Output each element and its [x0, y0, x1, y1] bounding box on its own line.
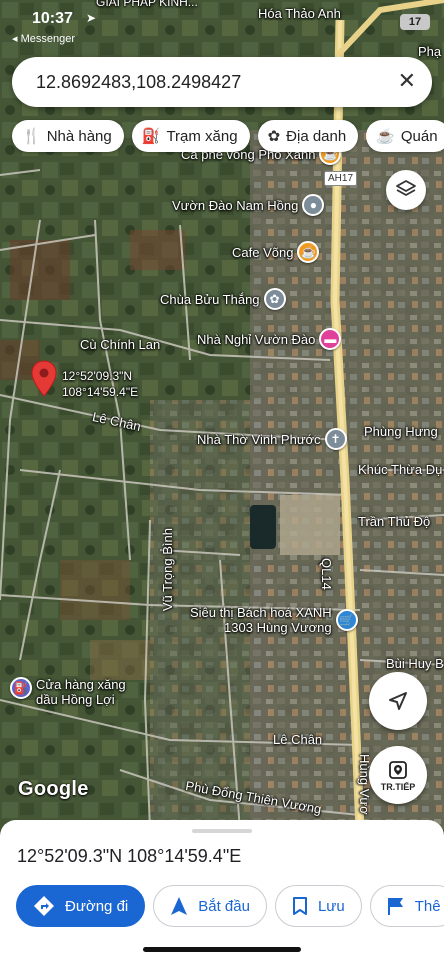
- poi-label: Chùa Bửu Thắng: [160, 291, 260, 307]
- poi-label: Nhà Nghỉ Vườn Đào: [197, 331, 316, 347]
- poi-cafe-vong[interactable]: Cafe Võng ☕: [232, 241, 320, 263]
- my-location-button[interactable]: [369, 672, 427, 730]
- cafe-icon: ☕: [297, 241, 320, 263]
- save-button[interactable]: Lưu: [274, 885, 362, 927]
- more-button[interactable]: Thê: [369, 885, 444, 927]
- landmark-icon: ✿: [267, 128, 281, 145]
- google-logo: Google: [18, 778, 89, 800]
- poi-label: dầu Hồng Lợi: [36, 692, 115, 707]
- pin-lat: 12°52'09.3"N: [62, 369, 133, 383]
- road-label-cu-chinh-lan: Cù Chính Lan: [80, 337, 161, 352]
- directions-button[interactable]: Đường đi: [16, 885, 146, 927]
- start-button[interactable]: Bắt đầu: [153, 885, 267, 927]
- chip-label: Nhà hàng: [46, 127, 112, 145]
- bottom-sheet[interactable]: 12°52'09.3"N 108°14'59.4"E Đường đi Bắt …: [0, 820, 444, 960]
- church-icon: ✝: [324, 428, 347, 450]
- poi-chua-buu-thang[interactable]: Chùa Bửu Thắng ✿: [160, 288, 286, 310]
- street-view-icon: [389, 760, 407, 779]
- category-chips: 🍴 Nhà hàng ⛽ Trạm xăng ✿ Địa danh ☕ Quán: [12, 120, 444, 154]
- chip-gas-stations[interactable]: ⛽ Trạm xăng: [131, 120, 250, 152]
- poi-sieu-thi-bach-hoa-xanh[interactable]: Siêu thị Bách hoá XANH 1303 Hùng Vương 🛒: [190, 605, 358, 635]
- home-indicator: [143, 947, 301, 952]
- gas-station-icon: ⛽: [10, 677, 32, 699]
- road-label-le-chan-2: Lê Chân: [273, 732, 323, 747]
- poi-label: Cafe Võng: [232, 244, 294, 260]
- chip-label: Địa danh: [286, 127, 347, 145]
- status-bar: 10:37 ➤ ◂ Messenger 17: [0, 0, 444, 45]
- road-label-tran-thu-do: Trần Thủ Độ: [358, 514, 431, 529]
- chip-cafes[interactable]: ☕ Quán: [366, 120, 444, 152]
- sheet-drag-handle[interactable]: [192, 829, 252, 833]
- next-button-label: TR.TIẾP: [380, 781, 416, 792]
- poi-address: 1303 Hùng Vương: [224, 620, 332, 635]
- poi-label: Vườn Đào Nam Hồng: [172, 197, 299, 213]
- navigation-arrow-icon: [389, 692, 407, 710]
- battery-icon: 17: [400, 14, 430, 30]
- pin-coordinates: 12°52'09.3"N 108°14'59.4"E: [62, 368, 138, 400]
- poi-cua-hang-xang-dau[interactable]: ⛽ Cửa hàng xăng dầu Hồng Lợi: [10, 677, 126, 707]
- poi-label: Nhà Thờ Vinh Phước: [197, 431, 321, 447]
- search-bar[interactable]: ✕: [12, 57, 432, 107]
- map-pin-icon: [31, 360, 57, 397]
- dropped-pin[interactable]: [31, 360, 57, 403]
- layers-button[interactable]: [386, 170, 426, 210]
- temple-icon: ✿: [263, 288, 286, 310]
- back-to-app-link[interactable]: ◂ Messenger: [12, 32, 75, 45]
- gas-station-icon: ⛽: [141, 128, 161, 145]
- directions-icon: [34, 896, 54, 916]
- place-label-pha[interactable]: Phạ: [418, 44, 441, 59]
- layers-icon: [396, 180, 416, 196]
- search-input[interactable]: [36, 71, 366, 93]
- bookmark-icon: [292, 897, 307, 915]
- place-coordinates-title: 12°52'09.3"N 108°14'59.4"E: [17, 846, 242, 866]
- road-label-ql14: QL14: [319, 558, 334, 590]
- hotel-icon: ▬: [319, 328, 342, 350]
- save-label: Lưu: [317, 897, 345, 915]
- navigation-arrow-icon: [171, 897, 188, 915]
- chip-label: Quán: [400, 127, 438, 145]
- directions-label: Đường đi: [65, 897, 129, 915]
- road-label-khuc-thua-du: Khúc Thừa Dụ: [358, 462, 443, 477]
- next-button[interactable]: TR.TIẾP: [369, 746, 427, 804]
- action-buttons: Đường đi Bắt đầu Lưu Thê: [16, 885, 444, 927]
- poi-text: Siêu thị Bách hoá XANH 1303 Hùng Vương: [190, 605, 332, 635]
- road-label-phung-hung: Phùng Hưng: [364, 424, 438, 439]
- place-marker-icon: ●: [302, 194, 325, 216]
- restaurant-icon: 🍴: [22, 128, 41, 145]
- poi-nha-tho-vinh-phuoc[interactable]: Nhà Thờ Vinh Phước ✝: [197, 428, 347, 450]
- chip-label: Trạm xăng: [166, 127, 238, 145]
- shopping-cart-icon: 🛒: [335, 609, 358, 631]
- poi-label: Siêu thị Bách hoá XANH: [190, 605, 332, 620]
- chip-landmarks[interactable]: ✿ Địa danh: [257, 120, 359, 152]
- poi-nha-nghi-vuon-dao[interactable]: Nhà Nghỉ Vườn Đào ▬: [197, 328, 342, 350]
- poi-label: Cửa hàng xăng: [36, 677, 126, 692]
- road-label-vu-trong-binh: Vũ Trọng Bình: [160, 528, 175, 612]
- close-icon[interactable]: ✕: [398, 70, 416, 92]
- location-arrow-icon: ➤: [86, 11, 97, 25]
- road-label-bui-huy: Bùi Huy B: [386, 656, 444, 671]
- more-label: Thê: [414, 897, 441, 915]
- flag-icon: [387, 898, 403, 915]
- road-shield-ah17: AH17: [324, 171, 358, 186]
- cafe-icon: ☕: [376, 128, 395, 145]
- start-label: Bắt đầu: [198, 897, 250, 915]
- pin-lng: 108°14'59.4"E: [62, 385, 139, 399]
- status-time: 10:37: [32, 10, 73, 27]
- chip-restaurants[interactable]: 🍴 Nhà hàng: [12, 120, 124, 152]
- poi-vuon-dao-nam-hong[interactable]: Vườn Đào Nam Hồng ●: [172, 194, 325, 216]
- poi-text: Cửa hàng xăng dầu Hồng Lợi: [36, 677, 126, 707]
